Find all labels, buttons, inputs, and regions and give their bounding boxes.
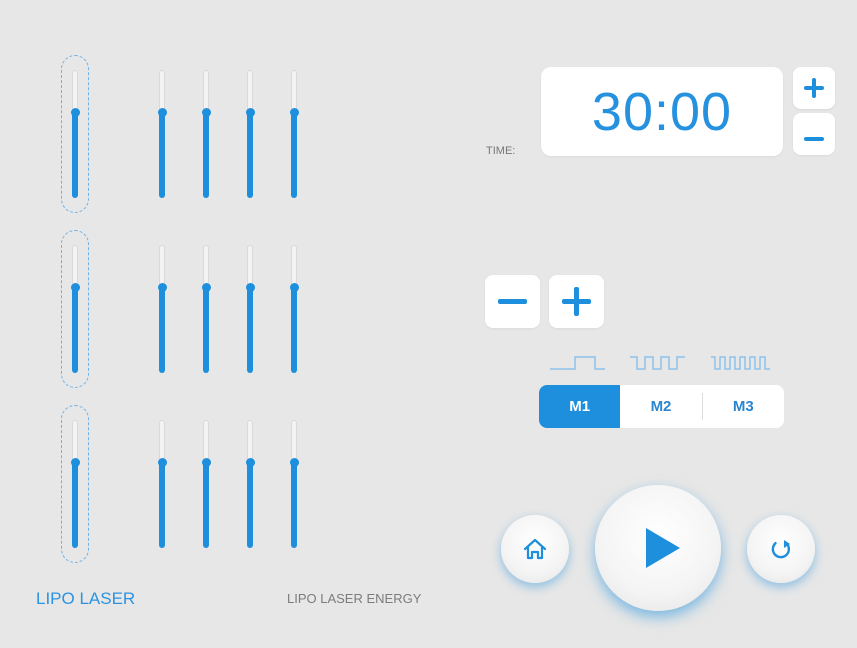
energy-slider[interactable] bbox=[288, 70, 300, 198]
slider-handle[interactable] bbox=[290, 283, 299, 292]
mode-m3-button[interactable]: M3 bbox=[703, 385, 784, 428]
slider-handle[interactable] bbox=[202, 458, 211, 467]
slider-fill bbox=[159, 112, 165, 198]
energy-slider[interactable] bbox=[244, 420, 256, 548]
slider-fill bbox=[291, 287, 297, 373]
home-icon bbox=[523, 538, 547, 560]
m2-waveform-icon bbox=[630, 356, 685, 370]
slider-fill bbox=[159, 287, 165, 373]
start-button[interactable] bbox=[595, 485, 721, 611]
slider-fill bbox=[291, 462, 297, 548]
slider-handle[interactable] bbox=[158, 458, 167, 467]
slider-fill bbox=[203, 462, 209, 548]
m1-waveform-icon bbox=[550, 356, 605, 370]
energy-slider[interactable] bbox=[156, 70, 168, 198]
energy-slider[interactable] bbox=[244, 245, 256, 373]
time-increase-button[interactable] bbox=[793, 67, 835, 109]
lipo-laser-label: LIPO LASER bbox=[36, 589, 136, 608]
lipo-laser-energy-label: LIPO LASER ENERGY bbox=[287, 591, 422, 606]
slider-handle[interactable] bbox=[246, 458, 255, 467]
slider-fill bbox=[72, 287, 78, 373]
slider-handle[interactable] bbox=[158, 108, 167, 117]
energy-increase-button[interactable] bbox=[549, 275, 604, 328]
refresh-icon bbox=[771, 540, 791, 559]
energy-slider[interactable] bbox=[200, 420, 212, 548]
slider-fill bbox=[291, 112, 297, 198]
slider-fill bbox=[247, 287, 253, 373]
mode-selector: M1 M2 M3 bbox=[539, 385, 784, 428]
lipo-laser-slider[interactable] bbox=[69, 420, 81, 548]
energy-slider[interactable] bbox=[156, 245, 168, 373]
home-button[interactable] bbox=[501, 515, 569, 583]
slider-handle[interactable] bbox=[290, 458, 299, 467]
slider-handle[interactable] bbox=[71, 283, 80, 292]
time-label: TIME: bbox=[486, 145, 516, 157]
lipo-laser-slider[interactable] bbox=[69, 245, 81, 373]
energy-slider[interactable] bbox=[156, 420, 168, 548]
time-decrease-button[interactable] bbox=[793, 113, 835, 155]
energy-slider[interactable] bbox=[200, 70, 212, 198]
slider-fill bbox=[72, 112, 78, 198]
energy-decrease-button[interactable] bbox=[485, 275, 540, 328]
energy-slider[interactable] bbox=[288, 420, 300, 548]
slider-fill bbox=[247, 112, 253, 198]
reset-button[interactable] bbox=[747, 515, 815, 583]
slider-handle[interactable] bbox=[202, 283, 211, 292]
slider-handle[interactable] bbox=[290, 108, 299, 117]
slider-handle[interactable] bbox=[158, 283, 167, 292]
mode-m2-button[interactable]: M2 bbox=[620, 385, 701, 428]
slider-fill bbox=[247, 462, 253, 548]
energy-slider[interactable] bbox=[288, 245, 300, 373]
slider-handle[interactable] bbox=[71, 108, 80, 117]
energy-slider[interactable] bbox=[200, 245, 212, 373]
pulse-waveform-icons bbox=[550, 356, 770, 370]
lipo-laser-slider[interactable] bbox=[69, 70, 81, 198]
slider-fill bbox=[159, 462, 165, 548]
slider-fill bbox=[203, 287, 209, 373]
time-value: 30:00 bbox=[591, 81, 733, 142]
m3-waveform-icon bbox=[711, 356, 770, 370]
energy-slider[interactable] bbox=[244, 70, 256, 198]
slider-fill bbox=[203, 112, 209, 198]
play-icon bbox=[646, 528, 680, 568]
slider-fill bbox=[72, 462, 78, 548]
time-display: 30:00 bbox=[541, 67, 783, 156]
mode-m1-button[interactable]: M1 bbox=[539, 385, 621, 428]
slider-handle[interactable] bbox=[246, 283, 255, 292]
slider-handle[interactable] bbox=[71, 458, 80, 467]
slider-handle[interactable] bbox=[202, 108, 211, 117]
slider-handle[interactable] bbox=[246, 108, 255, 117]
